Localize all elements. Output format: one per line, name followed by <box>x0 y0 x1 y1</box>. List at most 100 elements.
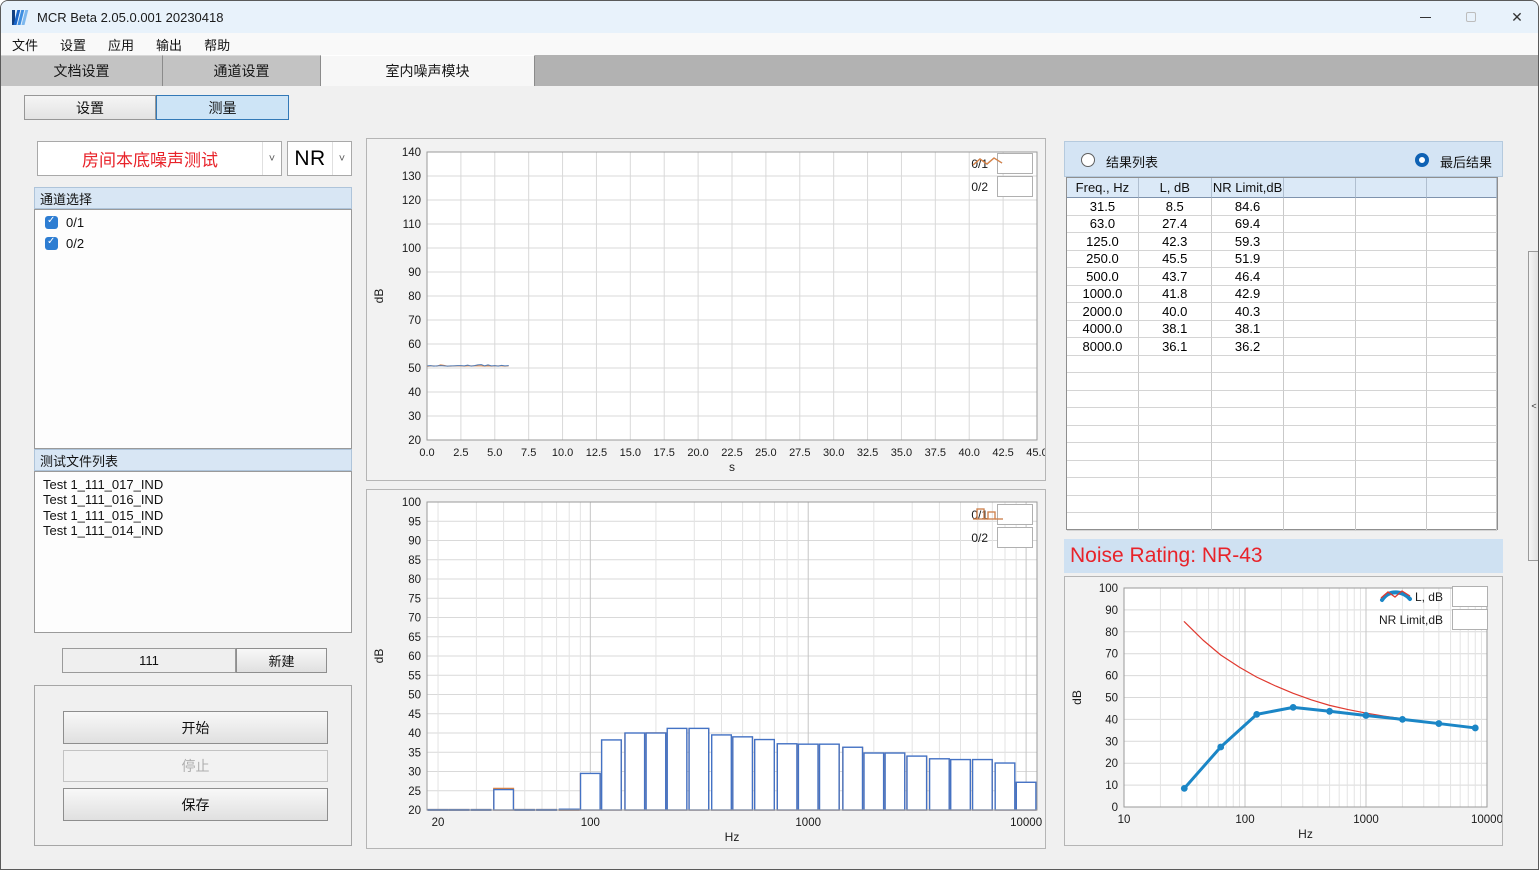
tab-2[interactable]: 通道设置 <box>163 55 321 86</box>
save-button[interactable]: 保存 <box>63 788 328 821</box>
tab-3[interactable]: 室内噪声模块 <box>321 55 535 86</box>
svg-text:40.0: 40.0 <box>959 447 980 459</box>
table-cell <box>1067 443 1139 461</box>
svg-text:7.5: 7.5 <box>521 447 536 459</box>
checkbox-checked-icon[interactable] <box>45 216 58 229</box>
legend-label: 0/2 <box>971 180 988 194</box>
table-header-cell <box>1427 178 1497 198</box>
list-item[interactable]: Test 1_111_014_IND <box>43 524 351 538</box>
list-item[interactable]: Test 1_111_017_IND <box>43 478 351 492</box>
svg-text:65: 65 <box>408 632 421 644</box>
table-cell <box>1427 426 1497 444</box>
chevron-down-icon[interactable]: ˅ <box>332 142 351 175</box>
legend-label: NR Limit,dB <box>1379 613 1443 627</box>
list-item[interactable]: Test 1_111_016_IND <box>43 493 351 507</box>
svg-text:80: 80 <box>1105 627 1118 639</box>
table-cell <box>1427 356 1497 374</box>
table-cell <box>1139 373 1212 391</box>
svg-text:60: 60 <box>408 339 421 351</box>
title-bar: MCR Beta 2.05.0.001 20230418 ✕ <box>1 1 1539 33</box>
table-cell: 4000.0 <box>1067 321 1139 339</box>
checkbox-checked-icon[interactable] <box>45 237 58 250</box>
test-type-combobox[interactable]: 房间本底噪声测试 ˅ <box>37 141 282 176</box>
menu-item-设置[interactable]: 设置 <box>49 33 97 55</box>
table-cell <box>1067 496 1139 514</box>
table-cell <box>1356 216 1427 234</box>
result-view-band: 结果列表 最后结果 <box>1064 141 1503 177</box>
table-cell <box>1427 286 1497 304</box>
table-cell <box>1212 408 1285 426</box>
menu-item-文件[interactable]: 文件 <box>1 33 49 55</box>
filename-input[interactable]: 111 <box>62 648 236 673</box>
close-icon: ✕ <box>1511 10 1523 24</box>
table-cell <box>1284 513 1356 531</box>
legend-swatch-bars-icon <box>997 527 1033 548</box>
table-row: 2000.040.040.3 <box>1067 303 1497 321</box>
list-item[interactable]: Test 1_111_015_IND <box>43 509 351 523</box>
svg-text:30: 30 <box>408 411 421 423</box>
test-file-list: Test 1_111_017_INDTest 1_111_016_IND Test… <box>34 471 352 633</box>
table-cell: 63.0 <box>1067 216 1139 234</box>
channel-item[interactable]: 0/2 <box>45 234 351 252</box>
table-row: 31.58.584.6 <box>1067 198 1497 216</box>
close-button[interactable]: ✕ <box>1494 1 1539 33</box>
table-cell: 38.1 <box>1139 321 1212 339</box>
start-button[interactable]: 开始 <box>63 711 328 744</box>
table-cell <box>1284 198 1356 216</box>
svg-text:45.0: 45.0 <box>1026 447 1045 459</box>
table-cell: 1000.0 <box>1067 286 1139 304</box>
table-cell <box>1067 478 1139 496</box>
svg-text:35.0: 35.0 <box>891 447 912 459</box>
svg-text:140: 140 <box>402 147 421 159</box>
stop-button[interactable]: 停止 <box>63 750 328 782</box>
table-cell <box>1356 391 1427 409</box>
maximize-button[interactable] <box>1448 1 1494 33</box>
table-cell <box>1356 408 1427 426</box>
rating-standard-value: NR <box>288 142 332 175</box>
chevron-down-icon[interactable]: ˅ <box>262 142 281 175</box>
last-result-radio[interactable] <box>1415 153 1429 167</box>
result-list-radio[interactable] <box>1081 153 1095 167</box>
table-cell: 43.7 <box>1139 268 1212 286</box>
panel-expander-button[interactable]: < <box>1528 251 1539 561</box>
table-cell <box>1212 373 1285 391</box>
menu-item-应用[interactable]: 应用 <box>97 33 145 55</box>
tab-1[interactable]: 文档设置 <box>1 55 163 86</box>
svg-text:dB: dB <box>372 289 386 304</box>
table-cell <box>1427 408 1497 426</box>
svg-text:75: 75 <box>408 593 421 605</box>
table-cell <box>1067 373 1139 391</box>
new-button[interactable]: 新建 <box>236 648 327 673</box>
svg-text:20: 20 <box>432 817 445 829</box>
table-cell: 84.6 <box>1212 198 1285 216</box>
result-table: Freq., HzL, dBNR Limit,dB31.58.584.663.0… <box>1066 177 1498 530</box>
table-cell: 2000.0 <box>1067 303 1139 321</box>
table-cell: 45.5 <box>1139 251 1212 269</box>
last-result-label: 最后结果 <box>1440 152 1492 171</box>
svg-text:40: 40 <box>1105 714 1118 726</box>
svg-text:10.0: 10.0 <box>552 447 573 459</box>
svg-text:20: 20 <box>1105 758 1118 770</box>
svg-text:dB: dB <box>372 649 386 664</box>
table-cell <box>1284 478 1356 496</box>
svg-text:35: 35 <box>408 747 421 759</box>
table-cell <box>1139 426 1212 444</box>
channel-item[interactable]: 0/1 <box>45 213 351 231</box>
svg-text:100: 100 <box>402 497 421 509</box>
svg-text:70: 70 <box>408 613 421 625</box>
svg-text:30: 30 <box>408 767 421 779</box>
menu-item-帮助[interactable]: 帮助 <box>193 33 241 55</box>
table-cell <box>1284 321 1356 339</box>
table-cell <box>1139 408 1212 426</box>
table-cell: 41.8 <box>1139 286 1212 304</box>
table-header-row: Freq., HzL, dBNR Limit,dB <box>1067 178 1497 198</box>
table-cell <box>1427 268 1497 286</box>
svg-text:110: 110 <box>403 219 421 231</box>
subtab-2[interactable]: 测量 <box>156 95 289 120</box>
menu-item-输出[interactable]: 输出 <box>145 33 193 55</box>
svg-text:45: 45 <box>408 709 421 721</box>
rating-standard-combobox[interactable]: NR ˅ <box>287 141 352 176</box>
minimize-button[interactable] <box>1402 1 1448 33</box>
subtab-1[interactable]: 设置 <box>24 95 156 120</box>
table-cell: 250.0 <box>1067 251 1139 269</box>
